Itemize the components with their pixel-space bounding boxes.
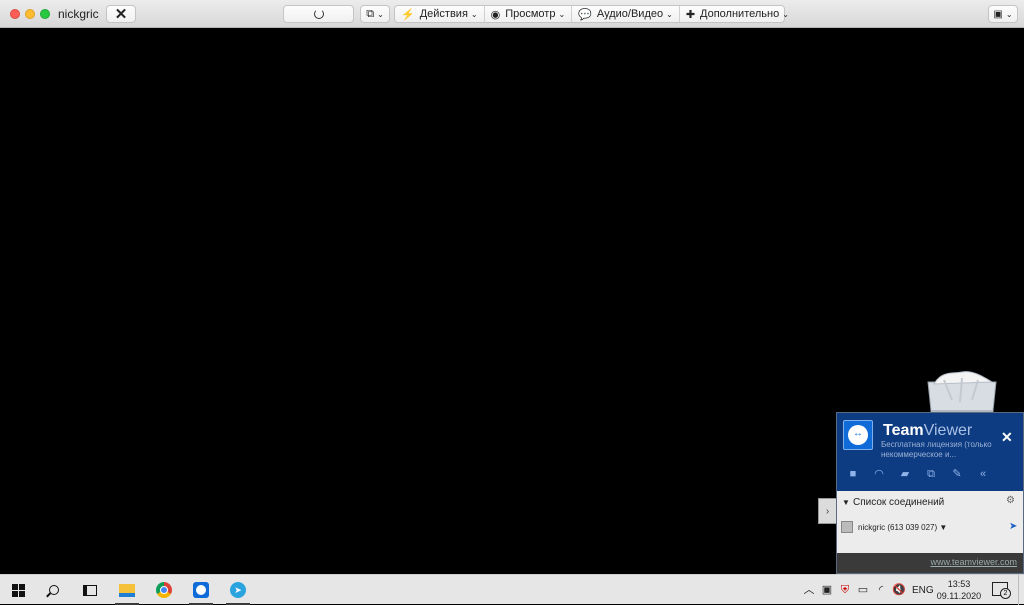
teamviewer-logo-icon: ↔ [843,420,873,450]
chevron-down-icon: ⌄ [1005,9,1013,19]
brand-bold: Team [883,422,924,439]
teamviewer-link[interactable]: www.teamviewer.com [930,557,1017,567]
chevron-right-icon: › [825,505,830,517]
screen-select-button[interactable]: ▣ ⌄ [988,5,1018,23]
connection-item[interactable]: nickgric (613 039 027) ▼ ➤ [841,519,1021,535]
panel-toggle-button[interactable]: › [818,498,836,524]
search-button[interactable] [36,575,72,605]
video-camera-icon[interactable]: ■ [845,467,861,481]
date: 09.11.2020 [936,591,982,601]
license-text: Бесплатная лицензия (только некоммерческ… [881,440,992,459]
chat-bubbles-icon: 💬 [578,8,592,21]
connection-label: nickgric (613 039 027) ▼ [858,523,948,532]
taskbar-explorer[interactable] [109,575,145,605]
menu-actions[interactable]: ⚡ Действия ⌄ [395,6,485,22]
shield-icon[interactable]: ⛨ [838,583,852,597]
task-view-icon [83,584,97,596]
title-bar: nickgric ✕ ⧉ ⌄ ⚡ Действия ⌄ ◉ Просмотр ⌄ … [0,0,1024,28]
menu-extras[interactable]: ✚ Дополнительно ⌄ [680,6,795,22]
file-explorer-icon [119,583,135,597]
close-session-button[interactable]: ✕ [106,5,136,23]
monitor-icon: ▣ [993,8,1003,20]
taskbar-telegram[interactable]: ➤ [220,575,256,605]
window-title: nickgric [58,7,99,21]
start-button[interactable] [0,575,36,605]
task-view-button[interactable] [72,575,108,605]
clipboard-button[interactable]: ⧉ ⌄ [360,5,390,23]
chevron-up-icon[interactable]: ︿ [802,583,816,597]
chevron-down-icon: ⌄ [470,9,478,19]
teamviewer-brand: TeamViewer [883,422,972,440]
copy-icon: ⧉ [366,7,375,20]
taskbar: ➤ ︿ ▣ ⛨ ▭ ◜ 🔇 ENG 13:53 09.11.2020 2 [0,574,1024,605]
teamviewer-footer: www.teamviewer.com [837,553,1023,573]
search-icon [49,585,59,595]
connection-list-label: Список соединений [853,497,945,508]
close-icon[interactable]: ✕ [1001,429,1013,446]
close-icon: ✕ [114,6,128,23]
teamviewer-toolbar: ■ ◠ ▰ ⧉ ✎ « [845,467,991,481]
wifi-icon[interactable]: ◜ [874,583,888,597]
teamviewer-header: ↔ TeamViewer Бесплатная лицензия (только… [837,413,1023,491]
battery-icon[interactable]: ▭ [856,583,870,597]
language-indicator[interactable]: ENG [912,575,934,605]
chevron-down-icon: ⌄ [558,9,566,19]
chevron-down-icon: ⌄ [377,9,384,19]
notification-count: 2 [1000,588,1011,599]
avatar [841,521,853,533]
chat-icon[interactable]: ▰ [897,467,913,481]
eye-icon: ◉ [490,8,501,21]
pen-icon[interactable]: ✎ [949,467,965,481]
teamviewer-panel: ↔ TeamViewer Бесплатная лицензия (только… [836,412,1024,574]
menu-extras-label: Дополнительно [700,8,780,20]
taskbar-teamviewer[interactable] [183,575,219,605]
maximize-window-button[interactable] [40,9,50,19]
connection-list-header[interactable]: ▼ Список соединений ⚙ [837,493,1023,513]
menu-audio-video-label: Аудио/Видео [596,8,664,20]
menu-actions-label: Действия [419,8,468,20]
menu-audio-video[interactable]: 💬 Аудио/Видео ⌄ [572,6,680,22]
time: 13:53 [947,579,971,589]
headset-icon[interactable]: ◠ [871,467,887,481]
gear-icon[interactable]: ⚙ [1006,495,1015,506]
brand-light: Viewer [923,422,973,439]
loading-button[interactable] [283,5,354,23]
teamviewer-icon [193,582,209,598]
spinner-icon [313,9,324,19]
menu-view[interactable]: ◉ Просмотр ⌄ [485,6,573,22]
chevron-down-icon: ⌄ [666,9,673,19]
menu-view-label: Просмотр [505,8,556,20]
show-desktop-button[interactable] [1018,575,1024,605]
telegram-icon: ➤ [230,582,246,598]
lightning-icon: ⚡ [401,8,415,21]
triangle-down-icon: ▼ [842,498,850,507]
cursor-icon[interactable]: ➤ [1009,521,1017,532]
minimize-window-button[interactable] [25,9,35,19]
teamviewer-tray-icon[interactable]: ▣ [820,583,834,597]
clock[interactable]: 13:53 09.11.2020 [936,578,982,602]
double-chevron-left-icon[interactable]: « [975,467,991,481]
close-window-button[interactable] [10,9,20,19]
taskbar-chrome[interactable] [146,575,182,605]
toolbar-menu: ⚡ Действия ⌄ ◉ Просмотр ⌄ 💬 Аудио/Видео … [394,5,789,23]
files-icon[interactable]: ⧉ [923,467,939,481]
volume-muted-icon[interactable]: 🔇 [892,583,906,597]
teamviewer-remote-window: nickgric ✕ ⧉ ⌄ ⚡ Действия ⌄ ◉ Просмотр ⌄ … [0,0,1024,605]
chrome-icon [156,582,172,598]
puzzle-icon: ✚ [685,8,696,21]
chevron-down-icon: ⌄ [782,9,789,19]
windows-icon [11,583,25,597]
